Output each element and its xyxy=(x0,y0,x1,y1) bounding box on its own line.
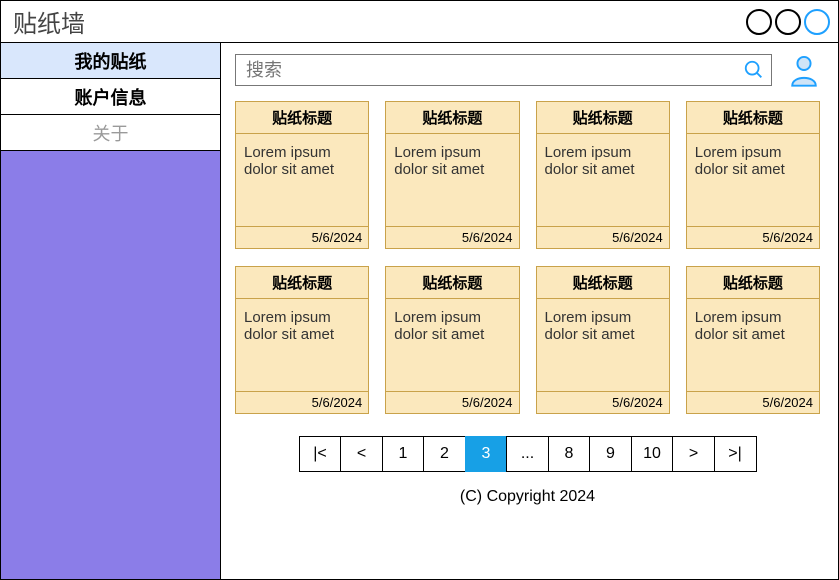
sticker-card[interactable]: 贴纸标题 Lorem ipsum dolor sit amet 5/6/2024 xyxy=(536,101,670,249)
search-box[interactable] xyxy=(235,54,772,86)
card-title: 贴纸标题 xyxy=(687,102,819,134)
card-title: 贴纸标题 xyxy=(386,267,518,299)
close-button[interactable] xyxy=(804,9,830,35)
card-title: 贴纸标题 xyxy=(386,102,518,134)
card-body: Lorem ipsum dolor sit amet xyxy=(236,299,368,392)
page-next[interactable]: > xyxy=(672,436,715,472)
window-controls xyxy=(746,9,830,35)
card-date: 5/6/2024 xyxy=(386,392,518,413)
main-content: 贴纸标题 Lorem ipsum dolor sit amet 5/6/2024… xyxy=(221,43,838,579)
card-body: Lorem ipsum dolor sit amet xyxy=(687,134,819,227)
min-button[interactable] xyxy=(746,9,772,35)
card-title: 贴纸标题 xyxy=(537,102,669,134)
card-date: 5/6/2024 xyxy=(537,392,669,413)
card-title: 贴纸标题 xyxy=(687,267,819,299)
page-ellipsis: ... xyxy=(506,436,549,472)
sidebar-item-about[interactable]: 关于 xyxy=(1,115,220,151)
card-title: 贴纸标题 xyxy=(236,102,368,134)
page-8[interactable]: 8 xyxy=(548,436,591,472)
footer: (C) Copyright 2024 xyxy=(235,488,820,506)
search-icon[interactable] xyxy=(743,59,765,81)
card-date: 5/6/2024 xyxy=(687,392,819,413)
sticker-card[interactable]: 贴纸标题 Lorem ipsum dolor sit amet 5/6/2024 xyxy=(385,101,519,249)
card-date: 5/6/2024 xyxy=(236,392,368,413)
sticker-card[interactable]: 贴纸标题 Lorem ipsum dolor sit amet 5/6/2024 xyxy=(686,266,820,414)
sticker-card[interactable]: 贴纸标题 Lorem ipsum dolor sit amet 5/6/2024 xyxy=(235,101,369,249)
card-body: Lorem ipsum dolor sit amet xyxy=(687,299,819,392)
page-last[interactable]: >| xyxy=(714,436,757,472)
card-date: 5/6/2024 xyxy=(687,227,819,248)
search-input[interactable] xyxy=(246,60,743,81)
app-title: 贴纸墙 xyxy=(13,4,85,39)
sticker-grid: 贴纸标题 Lorem ipsum dolor sit amet 5/6/2024… xyxy=(235,101,820,414)
page-1[interactable]: 1 xyxy=(382,436,425,472)
card-body: Lorem ipsum dolor sit amet xyxy=(386,134,518,227)
card-date: 5/6/2024 xyxy=(236,227,368,248)
avatar-icon[interactable] xyxy=(788,53,820,87)
card-date: 5/6/2024 xyxy=(386,227,518,248)
page-10[interactable]: 10 xyxy=(631,436,674,472)
sticker-card[interactable]: 贴纸标题 Lorem ipsum dolor sit amet 5/6/2024 xyxy=(385,266,519,414)
sticker-card[interactable]: 贴纸标题 Lorem ipsum dolor sit amet 5/6/2024 xyxy=(686,101,820,249)
card-title: 贴纸标题 xyxy=(236,267,368,299)
sidebar-item-label: 我的贴纸 xyxy=(75,48,147,74)
card-body: Lorem ipsum dolor sit amet xyxy=(236,134,368,227)
max-button[interactable] xyxy=(775,9,801,35)
page-first[interactable]: |< xyxy=(299,436,342,472)
page-prev[interactable]: < xyxy=(340,436,383,472)
sidebar-item-account[interactable]: 账户信息 xyxy=(1,79,220,115)
page-3[interactable]: 3 xyxy=(465,436,508,472)
top-row xyxy=(235,53,820,87)
sticker-card[interactable]: 贴纸标题 Lorem ipsum dolor sit amet 5/6/2024 xyxy=(235,266,369,414)
sidebar-item-label: 账户信息 xyxy=(75,84,147,110)
sticker-card[interactable]: 贴纸标题 Lorem ipsum dolor sit amet 5/6/2024 xyxy=(536,266,670,414)
card-body: Lorem ipsum dolor sit amet xyxy=(386,299,518,392)
sidebar-item-my-stickers[interactable]: 我的贴纸 xyxy=(1,43,220,79)
pagination: |< < 1 2 3 ... 8 9 10 > >| xyxy=(235,436,820,472)
card-date: 5/6/2024 xyxy=(537,227,669,248)
app-body: 我的贴纸 账户信息 关于 贴纸标题 Lorem ipsum dolor sit … xyxy=(1,43,838,579)
card-title: 贴纸标题 xyxy=(537,267,669,299)
sidebar-item-label: 关于 xyxy=(93,120,129,146)
title-bar: 贴纸墙 xyxy=(1,1,838,43)
page-9[interactable]: 9 xyxy=(589,436,632,472)
card-body: Lorem ipsum dolor sit amet xyxy=(537,299,669,392)
page-2[interactable]: 2 xyxy=(423,436,466,472)
app-window: 贴纸墙 我的贴纸 账户信息 关于 贴纸标题 Lorem ip xyxy=(0,0,839,580)
sidebar: 我的贴纸 账户信息 关于 xyxy=(1,43,221,579)
card-body: Lorem ipsum dolor sit amet xyxy=(537,134,669,227)
